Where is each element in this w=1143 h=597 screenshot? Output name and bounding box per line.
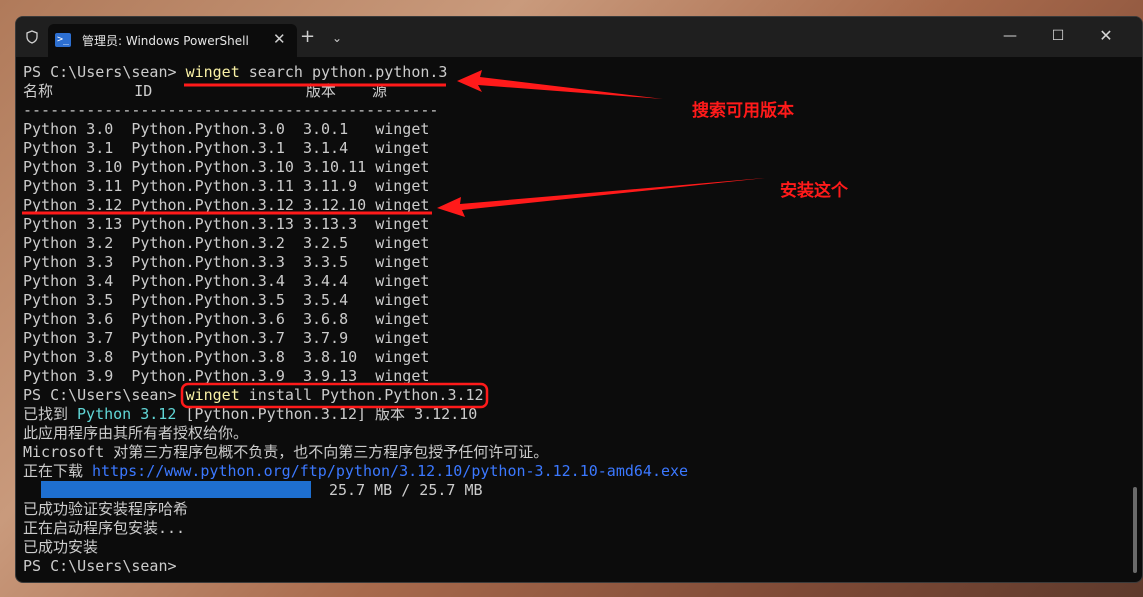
arrow-to-search-command: [457, 70, 663, 99]
annotation-overlay: [22, 70, 765, 409]
install-command-box: [180, 382, 489, 409]
annotation-install-label: 安装这个: [780, 181, 848, 201]
annotation-search-label: 搜索可用版本: [692, 101, 794, 121]
arrow-to-python-312-row: [437, 178, 765, 217]
